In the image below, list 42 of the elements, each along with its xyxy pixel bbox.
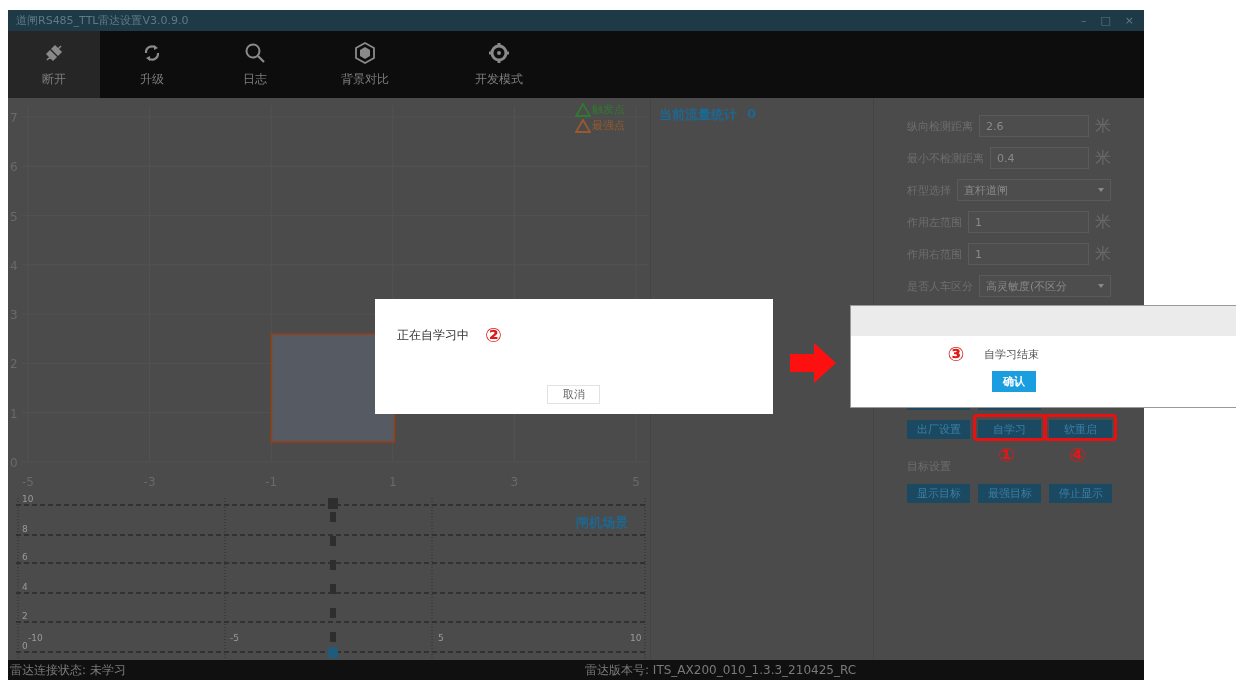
axis-tick-label: 2: [22, 611, 28, 621]
caret-icon: [1098, 284, 1104, 288]
toolbar-button[interactable]: 升级: [100, 31, 203, 98]
axis-tick-label: 4: [22, 582, 28, 592]
axis-tick-label: 6: [22, 552, 28, 562]
dialog-message: 正在自学习中: [397, 326, 469, 344]
caret-icon: [1098, 188, 1104, 192]
toolbar-button[interactable]: 开发模式: [424, 31, 574, 98]
cancel-button[interactable]: 取消: [547, 385, 600, 404]
input-field[interactable]: 0.4: [990, 147, 1089, 169]
stats-label: 当前流量统计: [659, 106, 737, 124]
input-field[interactable]: 1: [968, 211, 1089, 233]
search-icon: [243, 41, 266, 64]
window-control[interactable]: □: [1096, 14, 1115, 27]
input-field[interactable]: 2.6: [979, 115, 1089, 137]
axis-tick-label: 10: [22, 494, 34, 504]
axis-tick-label: -5: [230, 633, 239, 643]
axis-tick-label: 0: [22, 641, 28, 651]
step-number: ④: [1069, 445, 1086, 465]
toolbar-button[interactable]: 日志: [203, 31, 306, 98]
axis-tick-label: 5: [438, 633, 444, 643]
dialog-message: 自学习结束: [984, 346, 1040, 362]
legend-label: 最强点: [592, 118, 625, 133]
toolbar-button[interactable]: 断开: [8, 31, 100, 98]
window-control[interactable]: –: [1076, 14, 1091, 27]
window-control[interactable]: ×: [1120, 14, 1138, 27]
axis-tick-label: -10: [28, 633, 43, 643]
step-number: ①: [998, 445, 1015, 465]
stats-value: 0: [747, 106, 757, 123]
version-text: 雷达版本号: ITS_AX200_010_1.3.3_210425_RC: [584, 661, 857, 679]
toolbar-button[interactable]: 背景对比: [306, 31, 424, 98]
hexagon-icon: [354, 41, 376, 64]
arrow-icon: [790, 343, 836, 383]
input-field[interactable]: 1: [968, 243, 1089, 265]
gear-icon: [488, 41, 510, 64]
confirm-button[interactable]: 确认: [991, 371, 1036, 392]
axis-tick-label: 8: [22, 524, 28, 534]
axis-tick-label: 10: [630, 633, 642, 643]
scene-title: 闸机场景: [576, 514, 628, 532]
step-number: ②: [485, 325, 502, 345]
step-number: ③: [947, 344, 965, 364]
connection-status: 雷达连接状态: 未学习: [9, 661, 127, 679]
